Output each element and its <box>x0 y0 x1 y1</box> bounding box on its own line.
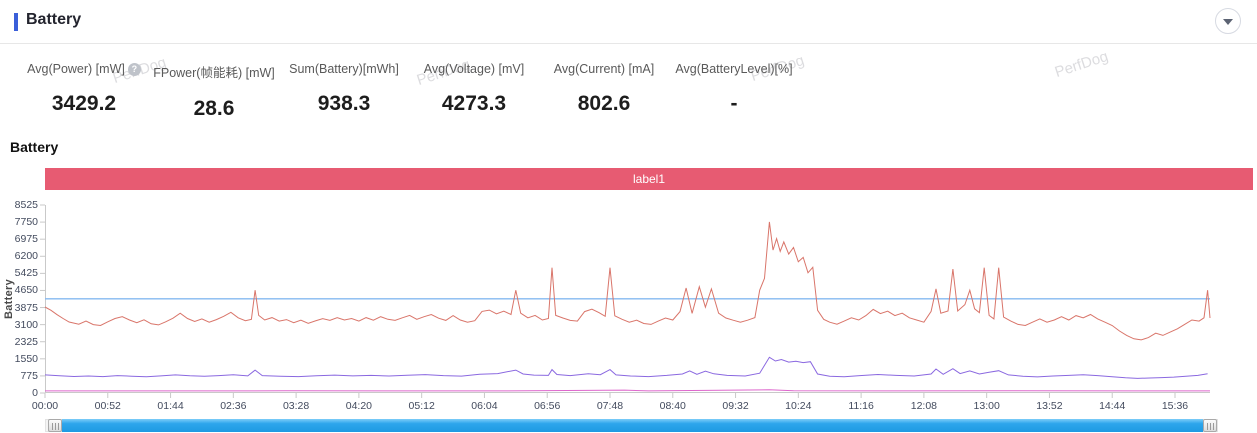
stat-value: - <box>674 92 794 116</box>
stat-value: 802.6 <box>544 92 664 116</box>
x-tick-label: 05:12 <box>397 400 447 412</box>
range-scrollbar-fill[interactable] <box>62 419 1203 432</box>
x-tick-label: 02:36 <box>208 400 258 412</box>
stat-label: Avg(BatteryLevel)[%] <box>674 62 794 76</box>
x-tick-label: 08:40 <box>648 400 698 412</box>
stat-value: 28.6 <box>154 97 274 121</box>
x-tick-label: 01:44 <box>146 400 196 412</box>
y-tick-label: 2325 <box>0 336 38 348</box>
watermark: PerfDog <box>1053 48 1111 81</box>
x-tick-label: 00:52 <box>83 400 133 412</box>
x-tick-label: 04:20 <box>334 400 384 412</box>
y-tick-label: 7750 <box>0 216 38 228</box>
collapse-toggle-button[interactable] <box>1215 8 1241 34</box>
stat-value: 938.3 <box>284 92 404 116</box>
stat-avg-current: Avg(Current) [mA] 802.6 <box>544 62 664 121</box>
x-tick-label: 10:24 <box>773 400 823 412</box>
panel-header: Battery <box>0 0 1257 44</box>
x-tick-label: 14:44 <box>1087 400 1137 412</box>
x-tick-label: 06:04 <box>459 400 509 412</box>
y-tick-label: 775 <box>0 370 38 382</box>
y-tick-label: 3100 <box>0 319 38 331</box>
x-tick-label: 13:52 <box>1024 400 1074 412</box>
stat-label: Avg(Voltage) [mV] <box>414 62 534 76</box>
y-tick-label: 0 <box>0 387 38 399</box>
panel-title: Battery <box>26 11 81 29</box>
x-tick-label: 12:08 <box>899 400 949 412</box>
chart-plot <box>45 205 1210 393</box>
range-scrollbar-right-handle[interactable] <box>1203 419 1217 432</box>
chevron-down-icon <box>1223 19 1233 25</box>
battery-panel: Battery PerfDog PerfDog PerfDog PerfDog … <box>0 0 1257 433</box>
x-tick-label: 15:36 <box>1150 400 1200 412</box>
x-tick-label: 03:28 <box>271 400 321 412</box>
x-tick-label: 07:48 <box>585 400 635 412</box>
title-accent-bar <box>14 13 18 31</box>
stat-label-text: Avg(Power) [mW] <box>27 62 125 76</box>
stat-value: 4273.3 <box>414 92 534 116</box>
help-icon[interactable]: ? <box>128 63 141 76</box>
x-tick-label: 00:00 <box>20 400 70 412</box>
x-tick-label: 11:16 <box>836 400 886 412</box>
stat-label: Avg(Current) [mA] <box>544 62 664 76</box>
stat-value: 3429.2 <box>24 92 144 116</box>
y-tick-label: 1550 <box>0 353 38 365</box>
y-tick-label: 4650 <box>0 284 38 296</box>
chart-section-title: Battery <box>10 139 58 155</box>
y-tick-label: 8525 <box>0 199 38 211</box>
y-tick-label: 5425 <box>0 267 38 279</box>
y-tick-label: 6200 <box>0 250 38 262</box>
series-power-line <box>45 222 1210 340</box>
chart-label-banner[interactable]: label1 <box>45 168 1253 190</box>
stat-avg-voltage: Avg(Voltage) [mV] 4273.3 <box>414 62 534 121</box>
x-tick-label: 06:56 <box>522 400 572 412</box>
x-tick-label: 09:32 <box>711 400 761 412</box>
stats-row: Avg(Power) [mW]? 3429.2 FPower(帧能耗) [mW]… <box>24 62 804 121</box>
y-tick-label: 3875 <box>0 302 38 314</box>
range-scrollbar-left-handle[interactable] <box>48 419 62 432</box>
stat-sum-battery: Sum(Battery)[mWh] 938.3 <box>284 62 404 121</box>
x-tick-label: 13:00 <box>962 400 1012 412</box>
battery-chart[interactable] <box>45 205 1210 393</box>
stat-label: FPower(帧能耗) [mW] <box>154 62 274 81</box>
series-current-line <box>45 357 1208 378</box>
stat-label: Avg(Power) [mW]? <box>24 62 144 76</box>
stat-label: Sum(Battery)[mWh] <box>284 62 404 76</box>
stat-fpower: FPower(帧能耗) [mW] 28.6 <box>154 62 274 121</box>
y-tick-label: 6975 <box>0 233 38 245</box>
stat-avg-power: Avg(Power) [mW]? 3429.2 <box>24 62 144 121</box>
series-fpower-line <box>45 390 1210 391</box>
stat-avg-batterylevel: Avg(BatteryLevel)[%] - <box>674 62 794 121</box>
